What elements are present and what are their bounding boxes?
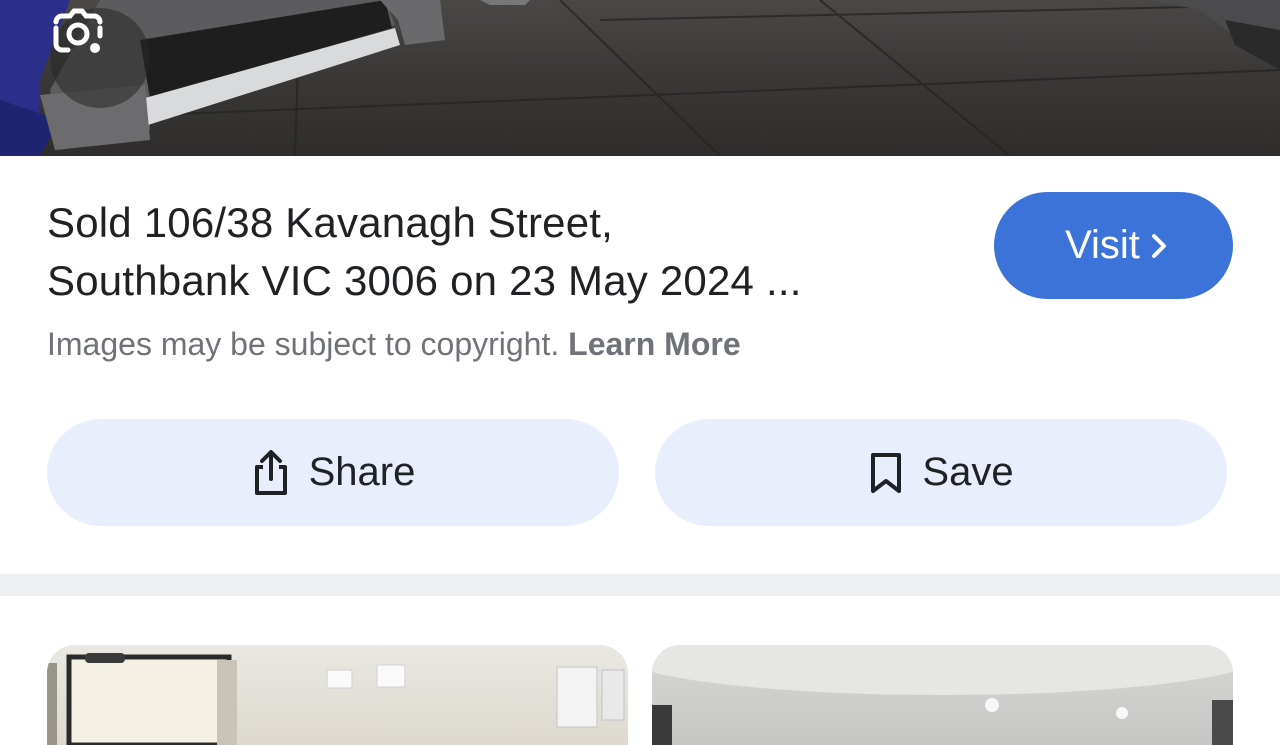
save-button[interactable]: Save bbox=[655, 419, 1227, 526]
share-button-label: Share bbox=[308, 450, 416, 494]
lens-search-button[interactable] bbox=[50, 8, 150, 108]
result-title[interactable]: Sold 106/38 Kavanagh Street, Southbank V… bbox=[47, 194, 947, 310]
result-title-line-2: Southbank VIC 3006 on 23 May 2024 ... bbox=[47, 257, 802, 304]
learn-more-link[interactable]: Learn More bbox=[568, 326, 740, 362]
related-image-thumbnail[interactable] bbox=[47, 645, 628, 745]
visit-button-label: Visit bbox=[1065, 223, 1140, 267]
section-divider bbox=[0, 574, 1280, 596]
hero-photo-illustration bbox=[0, 0, 1280, 156]
share-icon bbox=[251, 449, 291, 497]
copyright-notice: Images may be subject to copyright. Lear… bbox=[47, 326, 741, 363]
bookmark-icon bbox=[868, 451, 904, 495]
share-button[interactable]: Share bbox=[47, 419, 619, 526]
related-image-illustration bbox=[47, 653, 625, 745]
hero-image[interactable] bbox=[0, 0, 1280, 156]
copyright-text: Images may be subject to copyright. bbox=[47, 326, 560, 362]
related-image-thumbnail[interactable] bbox=[652, 645, 1233, 745]
save-button-label: Save bbox=[922, 450, 1014, 494]
visit-button[interactable]: Visit bbox=[994, 192, 1233, 299]
chevron-right-icon bbox=[1150, 233, 1168, 259]
result-title-line-1: Sold 106/38 Kavanagh Street, bbox=[47, 199, 614, 246]
related-image-illustration bbox=[652, 645, 1233, 745]
